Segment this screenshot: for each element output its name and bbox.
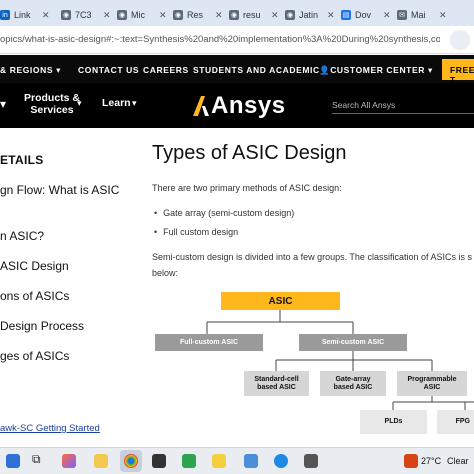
browser-tab[interactable]: in Link ✕: [0, 4, 56, 26]
task-view-icon[interactable]: ⧉: [32, 452, 46, 466]
chrome-icon: [124, 454, 138, 468]
sidebar-item[interactable]: ges of ASICs: [0, 349, 69, 363]
services-label: Services: [30, 104, 74, 116]
products-services-menu[interactable]: Products & Services: [24, 92, 80, 116]
app-icon[interactable]: [182, 454, 196, 468]
learn-menu[interactable]: Learn: [102, 97, 131, 109]
chevron-down-icon[interactable]: ▾: [0, 97, 6, 111]
browser-tab[interactable]: ◉ resu ✕: [224, 4, 280, 26]
semi-custom-node: Semi-custom ASIC: [299, 334, 407, 351]
article-sidebar: ETAILS gn Flow: What is ASIC n ASIC? ASI…: [0, 128, 140, 446]
tab-title: Mai: [411, 10, 426, 20]
chevron-down-icon: ▾: [56, 65, 61, 75]
list-item: Full custom design: [154, 227, 238, 237]
tab-title: Link: [14, 10, 31, 20]
docs-icon: ▤: [341, 10, 351, 20]
start-icon[interactable]: [6, 454, 20, 468]
ansys-chevron-icon: [193, 96, 209, 116]
sidebar-item[interactable]: gn Flow: What is ASIC: [0, 183, 119, 197]
browser-tab[interactable]: ✉ Mai ✕: [392, 4, 448, 26]
tab-title: Dov: [355, 10, 372, 20]
weather-condition[interactable]: Clear: [447, 456, 469, 466]
ansys-logo[interactable]: Ansys: [191, 89, 286, 123]
full-custom-node: Full-custom ASIC: [155, 334, 263, 351]
chevron-down-icon: ▾: [77, 98, 82, 108]
close-icon[interactable]: ✕: [42, 10, 50, 21]
page-icon: ◉: [285, 10, 295, 20]
asic-root-node: ASIC: [221, 292, 340, 310]
weather-icon[interactable]: [404, 454, 418, 468]
url-text[interactable]: opics/what-is-asic-design#:~:text=Synthe…: [0, 34, 440, 45]
close-icon[interactable]: ✕: [159, 10, 167, 21]
close-icon[interactable]: ✕: [103, 10, 111, 21]
careers-link[interactable]: CAREERS: [143, 65, 189, 75]
linkedin-icon: in: [0, 10, 10, 20]
sidebar-item[interactable]: ASIC Design: [0, 259, 69, 273]
tab-title: 7C3: [75, 10, 92, 20]
search-underline: [332, 113, 474, 114]
close-icon[interactable]: ✕: [215, 10, 223, 21]
products-label: Products &: [24, 92, 81, 104]
app-icon[interactable]: [152, 454, 166, 468]
tab-title: resu: [243, 10, 261, 20]
sidebar-item[interactable]: n ASIC?: [0, 229, 44, 243]
profile-avatar[interactable]: [450, 30, 470, 50]
page-icon: ◉: [173, 10, 183, 20]
free-trial-button[interactable]: FREE T: [442, 59, 474, 85]
tab-title: Res: [187, 10, 204, 20]
classification-paragraph: Semi-custom design is divided into a few…: [152, 252, 472, 262]
article-content: Types of ASIC Design There are two prima…: [140, 128, 474, 446]
browser-tab[interactable]: ◉ Jatin ✕: [280, 4, 336, 26]
close-icon[interactable]: ✕: [439, 10, 447, 21]
close-icon[interactable]: ✕: [383, 10, 391, 21]
page-icon: ◉: [229, 10, 239, 20]
tab-title: Jatin: [299, 10, 319, 20]
os-taskbar: ⧉ 27°C Clear: [0, 447, 474, 474]
students-link[interactable]: STUDENTS AND ACADEMIC: [193, 65, 320, 75]
list-item: Gate array (semi-custom design): [154, 208, 294, 218]
chevron-down-icon: ▾: [132, 98, 137, 108]
app-icon[interactable]: [304, 454, 318, 468]
page-icon: ◉: [117, 10, 127, 20]
sidebar-item[interactable]: ons of ASICs: [0, 289, 69, 303]
copilot-icon[interactable]: [62, 454, 76, 468]
search-input[interactable]: Search All Ansys: [332, 100, 395, 110]
sidebar-heading: ETAILS: [0, 153, 44, 167]
page-icon: ◉: [61, 10, 71, 20]
gate-array-node: Gate-array based ASIC: [320, 371, 386, 396]
browser-tab[interactable]: ◉ Res ✕: [168, 4, 224, 26]
sidebar-item[interactable]: Design Process: [0, 319, 84, 333]
contact-link[interactable]: CONTACT US: [78, 65, 139, 75]
customer-center-link[interactable]: 👤CUSTOMER CENTER ▾: [319, 65, 433, 76]
file-explorer-icon[interactable]: [94, 454, 108, 468]
address-bar[interactable]: opics/what-is-asic-design#:~:text=Synthe…: [0, 26, 474, 54]
app-icon[interactable]: [244, 454, 258, 468]
getting-started-link[interactable]: awk-SC Getting Started: [0, 423, 100, 434]
page-title: Types of ASIC Design: [152, 142, 347, 164]
fpga-node: FPG: [437, 410, 474, 434]
browser-tab-strip: in Link ✕ ◉ 7C3 ✕ ◉ Mic ✕ ◉ Res ✕ ◉ resu…: [0, 0, 474, 26]
utility-nav: & REGIONS ▾ CONTACT US CAREERS STUDENTS …: [0, 55, 474, 85]
mail-icon: ✉: [397, 10, 407, 20]
intro-paragraph: There are two primary methods of ASIC de…: [152, 183, 342, 193]
browser-tab[interactable]: ◉ Mic ✕: [112, 4, 168, 26]
logo-text: Ansys: [211, 92, 286, 119]
tab-title: Mic: [131, 10, 145, 20]
close-icon[interactable]: ✕: [327, 10, 335, 21]
edge-icon[interactable]: [274, 454, 288, 468]
close-icon[interactable]: ✕: [271, 10, 279, 21]
programmable-node: Programmable ASIC: [397, 371, 467, 396]
plds-node: PLDs: [360, 410, 427, 434]
standard-cell-node: Standard-cell based ASIC: [244, 371, 309, 396]
user-icon: 👤: [319, 65, 331, 75]
app-icon[interactable]: [212, 454, 226, 468]
regions-link[interactable]: & REGIONS ▾: [0, 65, 61, 76]
browser-tab[interactable]: ◉ 7C3 ✕: [56, 4, 112, 26]
classification-paragraph-end: below:: [152, 268, 179, 278]
browser-tab[interactable]: ▤ Dov ✕: [336, 4, 392, 26]
chevron-down-icon: ▾: [427, 65, 433, 75]
weather-temp[interactable]: 27°C: [421, 456, 441, 466]
